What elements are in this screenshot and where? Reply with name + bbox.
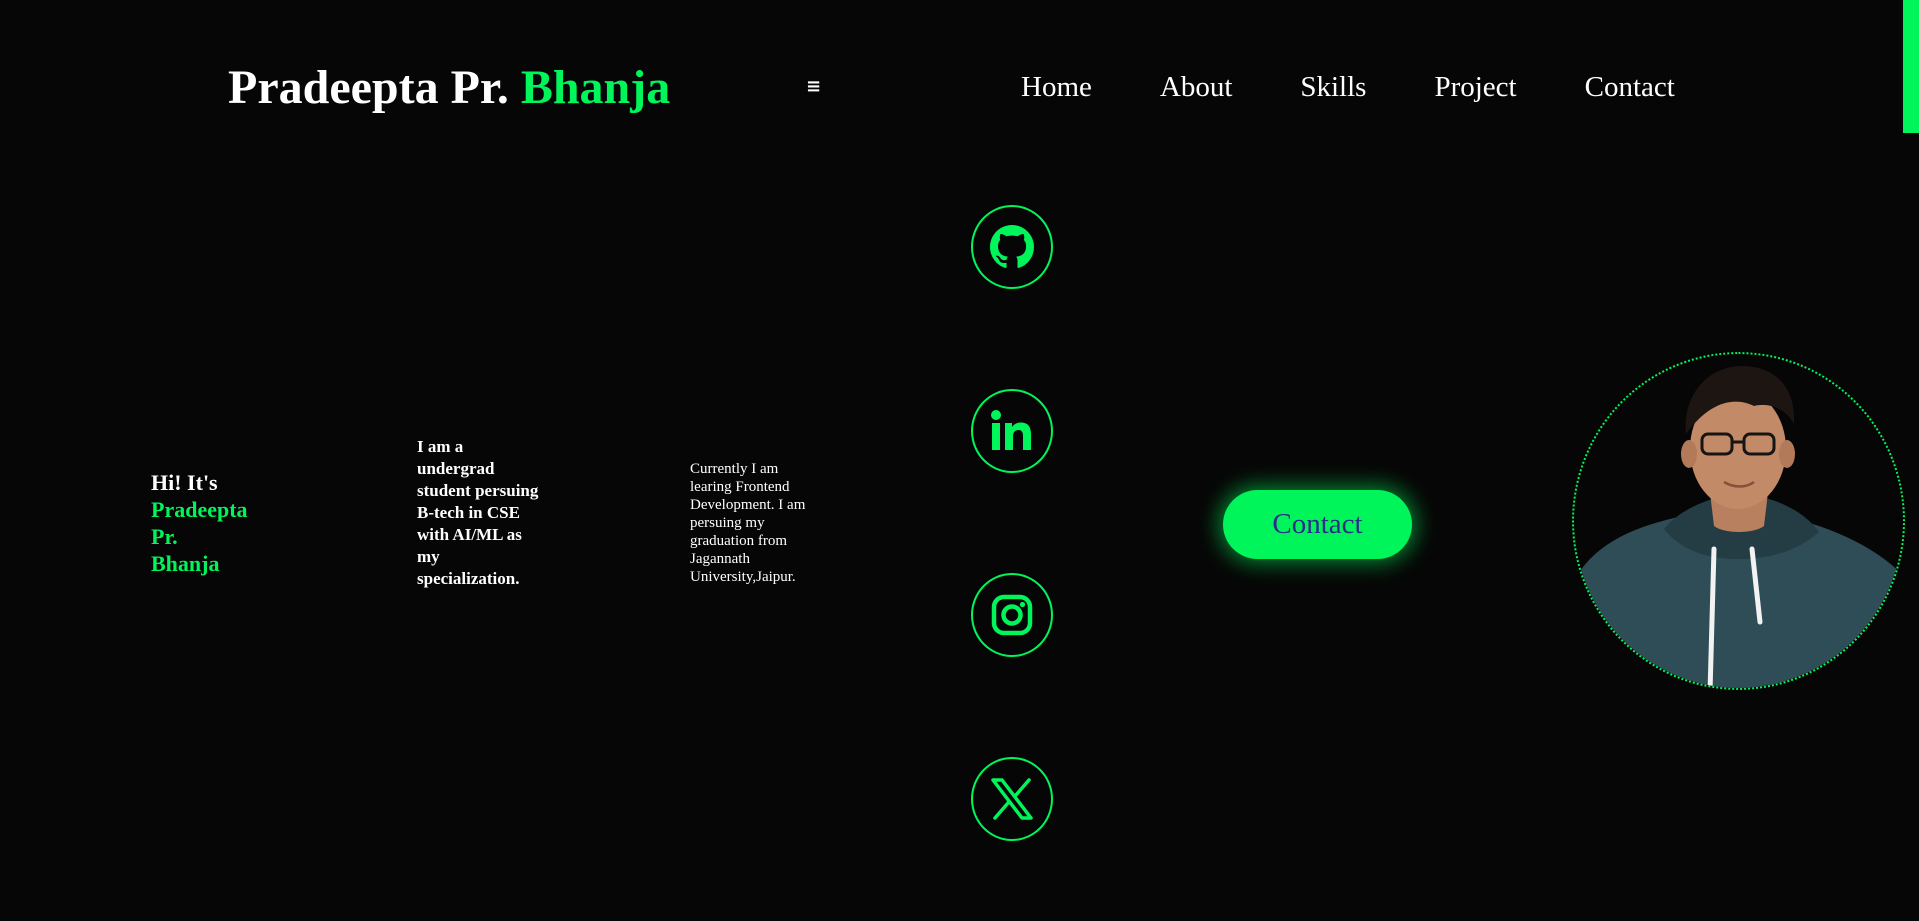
logo-first-name: Pradeepta Pr. (228, 61, 509, 114)
greeting-text: Hi! It's (151, 470, 218, 495)
menu-icon[interactable]: ≡ (806, 78, 821, 96)
profile-photo (1574, 366, 1903, 688)
profile-avatar (1572, 352, 1905, 690)
contact-button[interactable]: Contact (1223, 490, 1412, 559)
hero-name-line-2: Pr. (151, 524, 178, 549)
main-nav: Home About Skills Project Contact (1021, 70, 1675, 105)
nav-project[interactable]: Project (1434, 70, 1516, 105)
scroll-indicator[interactable] (1903, 0, 1919, 133)
hero-name-line-1: Pradeepta (151, 497, 248, 522)
intro-text: I am a undergrad student persuing B-tech… (417, 437, 539, 588)
github-link[interactable] (971, 205, 1053, 289)
nav-contact[interactable]: Contact (1585, 70, 1675, 105)
instagram-link[interactable] (971, 573, 1053, 657)
page: Pradeepta Pr. Bhanja ≡ Home About Skills… (0, 0, 1919, 921)
x-icon (991, 778, 1033, 820)
logo-last-name: Bhanja (520, 61, 671, 114)
hero-name-line-3: Bhanja (151, 551, 220, 576)
github-icon (990, 225, 1034, 268)
instagram-icon (991, 594, 1033, 636)
nav-skills[interactable]: Skills (1300, 70, 1366, 105)
current-status-text: Currently I am learing Frontend Developm… (690, 461, 806, 585)
site-logo[interactable]: Pradeepta Pr. Bhanja (228, 60, 670, 115)
nav-about[interactable]: About (1160, 70, 1233, 105)
x-link[interactable] (971, 757, 1053, 841)
linkedin-link[interactable] (971, 389, 1053, 473)
hero-greeting: Hi! It's Pradeepta Pr. Bhanja (151, 469, 271, 577)
linkedin-icon (991, 410, 1031, 450)
nav-home[interactable]: Home (1021, 70, 1092, 105)
